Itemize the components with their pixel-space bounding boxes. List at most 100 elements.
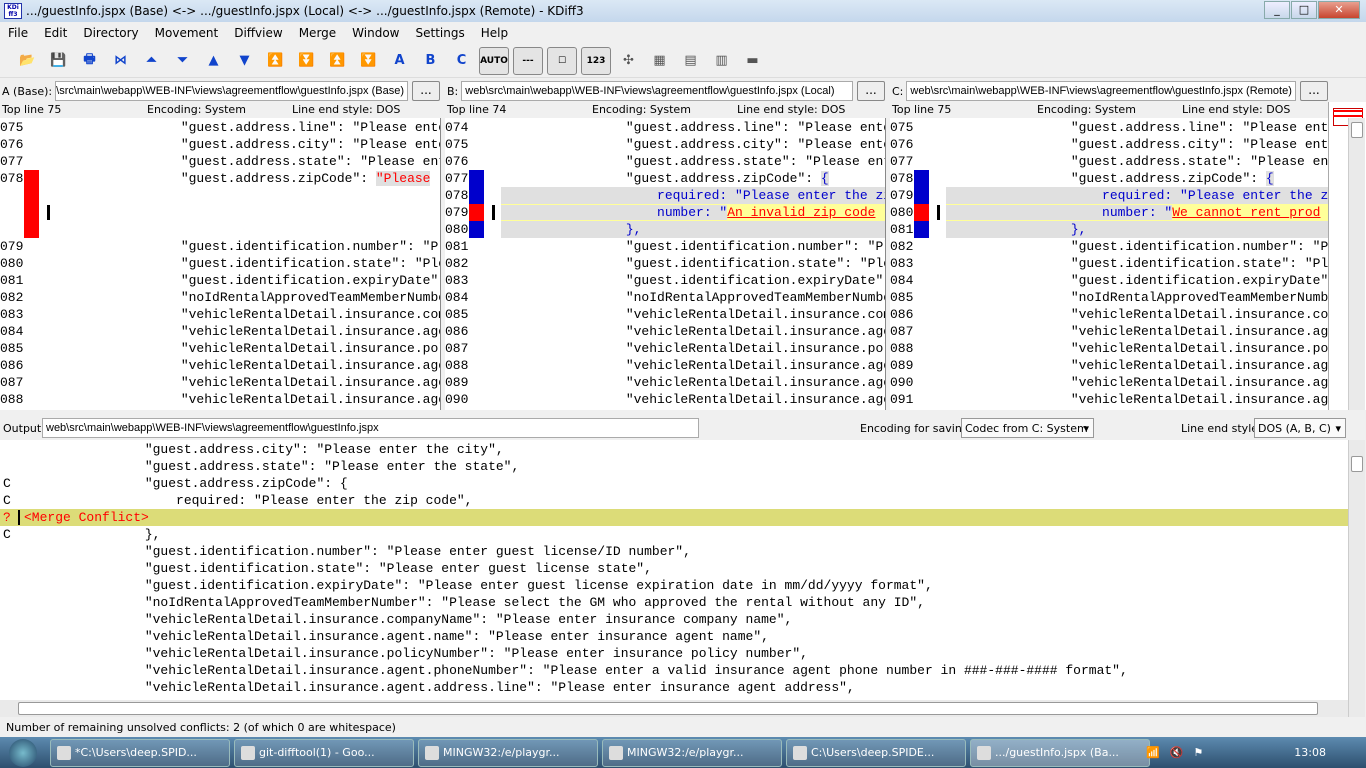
taskbar-item[interactable]: MINGW32:/e/playgr... xyxy=(602,738,782,767)
last-delta-icon[interactable]: ⏷ xyxy=(167,47,198,75)
code-text: "guest.address.state": "Please enter the xyxy=(180,154,440,169)
line-end-style: Line end style: DOS xyxy=(1182,103,1291,116)
pane-b-path-input[interactable]: web\src\main\webapp\WEB-INF\views\agreem… xyxy=(461,81,853,101)
pane-b-editor[interactable]: 074 "guest.address.line": "Please enter … xyxy=(445,118,885,410)
line-text: "noIdRentalApprovedTeamMemberNumber": xyxy=(946,289,1328,306)
code-text: "vehicleRentalDetail.insurance.agent.p xyxy=(501,358,885,373)
menu-window[interactable]: Window xyxy=(344,26,407,40)
clock[interactable]: 13:08 xyxy=(1294,746,1326,759)
changed-text: }, xyxy=(501,222,642,237)
code-text: "guest.address.state": "Please enter the xyxy=(625,154,885,169)
output-scrollbar[interactable] xyxy=(1348,440,1365,717)
code-text: "guest.identification.expiryDate": "P xyxy=(946,273,1328,288)
minus-icon[interactable]: ▬ xyxy=(737,47,768,75)
taskbar-item[interactable]: MINGW32:/e/playgr... xyxy=(418,738,598,767)
line-number: 076 xyxy=(890,137,914,152)
taskbar-item[interactable]: .../guestInfo.jspx (Ba... xyxy=(970,738,1150,767)
open-folder-icon[interactable]: 📂 xyxy=(12,47,43,75)
diff-line: 085 "noIdRentalApprovedTeamMemberNumber"… xyxy=(890,289,1328,306)
app-icon xyxy=(609,745,623,760)
menu-settings[interactable]: Settings xyxy=(408,26,473,40)
line-number: 083 xyxy=(0,307,24,322)
taskbar-item[interactable]: C:\Users\deep.SPIDE... xyxy=(786,738,966,767)
word-wrap-icon[interactable]: ▥ xyxy=(706,47,737,75)
pane-a-editor[interactable]: 075 "guest.address.line": "Please enter … xyxy=(0,118,440,410)
pane-a-path-input[interactable]: web\src\main\webapp\WEB-INF\views\agreem… xyxy=(55,81,408,101)
prev-conflict-icon[interactable]: ⏫ xyxy=(260,47,291,75)
prev-delta-icon[interactable]: ▲ xyxy=(198,47,229,75)
diff-line: 087 "vehicleRentalDetail.insurance.agent… xyxy=(890,323,1328,340)
taskbar-item-label: MINGW32:/e/playgr... xyxy=(443,746,560,759)
pane-c-browse-button[interactable]: ... xyxy=(1300,81,1328,101)
maximize-button[interactable]: □ xyxy=(1291,1,1317,19)
code-text: "vehicleRentalDetail.insurance.policyN xyxy=(56,341,440,356)
line-end-select[interactable]: DOS (A, B, C) ▾ xyxy=(1254,418,1346,438)
minimize-button[interactable]: _ xyxy=(1264,1,1290,19)
code-text[interactable]: <Merge Conflict> xyxy=(24,509,1348,526)
diff-line: 085 "vehicleRentalDetail.insurance.polic… xyxy=(0,340,440,357)
line-number: 076 xyxy=(0,137,24,152)
current-delta-icon[interactable]: ⋈ xyxy=(105,47,136,75)
print-icon[interactable]: 🖶 xyxy=(74,47,105,75)
line-number: 079 xyxy=(445,205,469,220)
diff-line: 087 "vehicleRentalDetail.insurance.agent… xyxy=(0,374,440,391)
next-conflict-icon[interactable]: ⏬ xyxy=(291,47,322,75)
output-line: "noIdRentalApprovedTeamMemberNumber": "P… xyxy=(0,594,1348,611)
pane-b-browse-button[interactable]: ... xyxy=(857,81,885,101)
toolbar: 📂 💾 🖶 ⋈ ⏶ ⏷ ▲ ▼ ⏫ ⏬ ⏫ ⏬ A B C AUTO --- ☐ 123 ✣ ▦ ▤ ▥ ▬ xyxy=(0,44,1366,78)
close-button[interactable]: ✕ xyxy=(1318,1,1360,19)
start-button[interactable] xyxy=(0,737,46,768)
diff-marker xyxy=(914,204,929,221)
select-b-icon[interactable]: B xyxy=(415,47,446,75)
split-icon[interactable]: ▦ xyxy=(644,47,675,75)
menu-diffview[interactable]: Diffview xyxy=(226,26,290,40)
flag-icon[interactable]: ⚑ xyxy=(1193,746,1203,759)
output-line: "vehicleRentalDetail.insurance.agent.add… xyxy=(0,679,1348,696)
overview-icon[interactable]: ▤ xyxy=(675,47,706,75)
line-numbers-icon[interactable]: 123 xyxy=(581,46,611,75)
diff-scrollbar[interactable] xyxy=(1348,118,1365,410)
changed-text: number: " xyxy=(501,205,728,220)
line-source: C xyxy=(3,527,11,542)
show-white-space-chars-icon[interactable]: ☐ xyxy=(547,46,577,75)
merge-output-editor[interactable]: "guest.address.city": "Please enter the … xyxy=(0,440,1348,700)
next-delta-icon[interactable]: ▼ xyxy=(229,47,260,75)
diff-line: 091 "vehicleRentalDetail.insurance.agent… xyxy=(890,391,1328,408)
taskbar-item[interactable]: *C:\Users\deep.SPID... xyxy=(50,738,230,767)
code-text: "vehicleRentalDetail.insurance.agent.a xyxy=(501,375,885,390)
top-line: Top line 75 xyxy=(2,103,62,116)
select-a-icon[interactable]: A xyxy=(384,47,415,75)
diff-line: 081 }, xyxy=(890,221,1328,238)
pane-c-path-row: C: web\src\main\webapp\WEB-INF\views\agre… xyxy=(890,80,1328,102)
network-icon[interactable]: 📶 xyxy=(1146,746,1160,759)
windows-logo-icon xyxy=(9,738,37,767)
pane-c-path-input[interactable]: web\src\main\webapp\WEB-INF\views\agreem… xyxy=(906,81,1296,101)
text-cursor xyxy=(18,510,20,525)
volume-icon[interactable]: 🔇 xyxy=(1170,746,1184,759)
line-number: 075 xyxy=(890,120,914,135)
select-c-icon[interactable]: C xyxy=(446,47,477,75)
menu-directory[interactable]: Directory xyxy=(75,26,146,40)
next-unsolved-icon[interactable]: ⏬ xyxy=(353,47,384,75)
output-line: "vehicleRentalDetail.insurance.companyNa… xyxy=(0,611,1348,628)
encoding-select[interactable]: Codec from C: System ▾ xyxy=(961,418,1094,438)
auto-advance-icon[interactable]: AUTO xyxy=(479,46,509,75)
prev-unsolved-icon[interactable]: ⏫ xyxy=(322,47,353,75)
code-text: "guest.identification.expiryDate": "P xyxy=(501,273,885,288)
output-horizontal-scrollbar[interactable] xyxy=(0,700,1348,717)
sync-icon[interactable]: ✣ xyxy=(613,47,644,75)
menu-edit[interactable]: Edit xyxy=(36,26,75,40)
line-number: 089 xyxy=(890,358,914,373)
output-path-input[interactable] xyxy=(42,418,699,438)
line-text: "guest.address.state": "Please enter the xyxy=(946,153,1328,170)
pane-c-editor[interactable]: 075 "guest.address.line": "Please enter … xyxy=(890,118,1328,410)
first-delta-icon[interactable]: ⏶ xyxy=(136,47,167,75)
menu-help[interactable]: Help xyxy=(473,26,516,40)
show-whitespace-icon[interactable]: --- xyxy=(513,46,543,75)
taskbar-item[interactable]: git-difftool(1) - Goo... xyxy=(234,738,414,767)
save-icon[interactable]: 💾 xyxy=(43,47,74,75)
menu-merge[interactable]: Merge xyxy=(291,26,344,40)
menu-file[interactable]: File xyxy=(0,26,36,40)
pane-a-browse-button[interactable]: ... xyxy=(412,81,440,101)
menu-movement[interactable]: Movement xyxy=(147,26,227,40)
